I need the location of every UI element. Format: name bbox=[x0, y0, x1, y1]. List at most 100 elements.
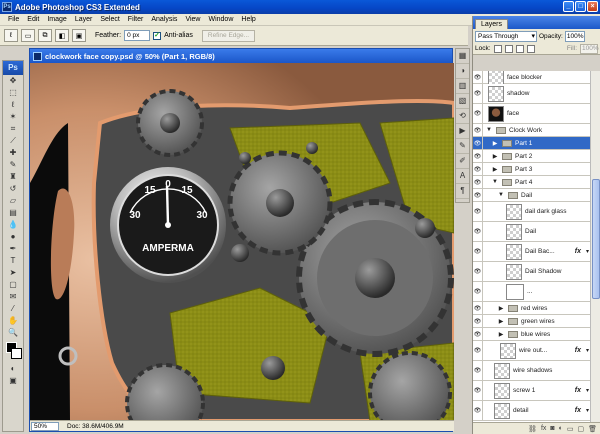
actions-icon[interactable]: ▶ bbox=[456, 124, 469, 139]
menu-edit[interactable]: Edit bbox=[23, 16, 43, 23]
navigator-icon[interactable]: ▦ bbox=[456, 49, 469, 64]
new-group-icon[interactable]: ▭ bbox=[567, 425, 574, 433]
layer-row[interactable]: 👁... bbox=[473, 282, 591, 302]
visibility-eye-icon[interactable]: 👁 bbox=[473, 381, 483, 400]
new-layer-icon[interactable]: ▢ bbox=[577, 425, 584, 433]
expand-triangle-closed-icon[interactable]: ▶ bbox=[497, 318, 505, 325]
paragraph-icon[interactable]: ¶ bbox=[456, 184, 469, 199]
blur-tool-icon[interactable]: 💧 bbox=[3, 219, 23, 231]
expand-triangle-closed-icon[interactable]: ▶ bbox=[491, 140, 499, 147]
slice-tool-icon[interactable]: ⟋ bbox=[3, 135, 23, 147]
brush-tool-icon[interactable]: ✎ bbox=[3, 159, 23, 171]
color-icon[interactable]: ◑ bbox=[456, 64, 469, 79]
visibility-eye-icon[interactable]: 👁 bbox=[473, 84, 483, 103]
layer-row[interactable]: 👁 ▶ Part 1 bbox=[473, 137, 591, 150]
magic-wand-icon[interactable]: ✶ bbox=[3, 111, 23, 123]
quick-mask-icon[interactable]: ◐ bbox=[3, 363, 23, 375]
visibility-eye-icon[interactable]: 👁 bbox=[473, 202, 483, 221]
character-icon[interactable]: A bbox=[456, 169, 469, 184]
layer-row[interactable]: 👁 wire shadows bbox=[473, 361, 591, 381]
clone-stamp-icon[interactable]: ♜ bbox=[3, 171, 23, 183]
gradient-tool-icon[interactable]: ▤ bbox=[3, 207, 23, 219]
layer-row[interactable]: 👁 ▶ red wires bbox=[473, 302, 591, 315]
image-canvas[interactable]: AMPERMA 30 15 0 15 30 bbox=[30, 63, 454, 421]
visibility-eye-icon[interactable]: 👁 bbox=[473, 137, 483, 149]
delete-layer-icon[interactable]: 🗑 bbox=[588, 425, 597, 433]
refine-edge-button[interactable]: Refine Edge... bbox=[201, 29, 256, 42]
layer-row[interactable]: 👁 wire out... fx ▾ bbox=[473, 341, 591, 361]
visibility-eye-icon[interactable]: 👁 bbox=[473, 222, 483, 241]
lock-pixels-icon[interactable] bbox=[504, 44, 513, 53]
dodge-tool-icon[interactable]: ● bbox=[3, 231, 23, 243]
layer-row[interactable]: 👁 detail fx ▾ bbox=[473, 401, 591, 421]
visibility-eye-icon[interactable]: 👁 bbox=[473, 341, 483, 360]
subtract-selection-icon[interactable]: ◧ bbox=[55, 29, 69, 42]
eraser-tool-icon[interactable]: ▱ bbox=[3, 195, 23, 207]
layer-style-icon[interactable]: fx bbox=[541, 425, 546, 432]
lock-transparency-icon[interactable] bbox=[493, 44, 502, 53]
color-swatches-icon[interactable] bbox=[3, 339, 23, 363]
add-selection-icon[interactable]: ⧉ bbox=[38, 29, 52, 42]
layer-row[interactable]: 👁 ▶ Part 2 bbox=[473, 150, 591, 163]
lasso-tool-preset-icon[interactable]: ℓ bbox=[4, 29, 18, 42]
shape-tool-icon[interactable]: ▢ bbox=[3, 279, 23, 291]
visibility-eye-icon[interactable]: 👁 bbox=[473, 361, 483, 380]
visibility-eye-icon[interactable]: 👁 bbox=[473, 242, 483, 261]
layer-row[interactable]: 👁 screw 1 fx ▾ bbox=[473, 381, 591, 401]
intersect-selection-icon[interactable]: ▣ bbox=[72, 29, 86, 42]
brushes-icon[interactable]: ✐ bbox=[456, 154, 469, 169]
visibility-eye-icon[interactable]: 👁 bbox=[473, 163, 483, 175]
new-selection-icon[interactable]: ▭ bbox=[21, 29, 35, 42]
document-title-bar[interactable]: clockwork face copy.psd @ 50% (Part 1, R… bbox=[30, 49, 452, 63]
menu-image[interactable]: Image bbox=[43, 16, 70, 23]
menu-file[interactable]: File bbox=[4, 16, 23, 23]
visibility-eye-icon[interactable]: 👁 bbox=[473, 315, 483, 327]
hand-tool-icon[interactable]: ✋ bbox=[3, 315, 23, 327]
expand-triangle-closed-icon[interactable]: ▶ bbox=[491, 166, 499, 173]
maximize-button[interactable]: □ bbox=[575, 1, 586, 12]
healing-brush-icon[interactable]: ✚ bbox=[3, 147, 23, 159]
effects-toggle-icon[interactable]: ▾ bbox=[586, 387, 589, 394]
layer-row[interactable]: 👁 ▼ Part 4 bbox=[473, 176, 591, 189]
menu-analysis[interactable]: Analysis bbox=[147, 16, 181, 23]
type-tool-icon[interactable]: T bbox=[3, 255, 23, 267]
visibility-eye-icon[interactable]: 👁 bbox=[473, 189, 483, 201]
expand-triangle-open-icon[interactable]: ▼ bbox=[485, 127, 493, 133]
screen-mode-icon[interactable]: ▣ bbox=[3, 375, 23, 387]
antialias-checkbox[interactable]: ✓ bbox=[153, 31, 162, 40]
visibility-eye-icon[interactable]: 👁 bbox=[473, 176, 483, 188]
layer-effects-icon[interactable]: fx bbox=[575, 347, 581, 354]
tab-layers[interactable]: Layers bbox=[475, 19, 509, 29]
visibility-eye-icon[interactable]: 👁 bbox=[473, 124, 483, 136]
styles-icon[interactable]: ▧ bbox=[456, 94, 469, 109]
visibility-eye-icon[interactable]: 👁 bbox=[473, 104, 483, 123]
layer-row[interactable]: 👁 Dail bbox=[473, 222, 591, 242]
add-mask-icon[interactable]: ◙ bbox=[550, 425, 554, 432]
crop-tool-icon[interactable]: ⌗ bbox=[3, 123, 23, 135]
document-size-info[interactable]: Doc: 38.6M/406.9M bbox=[67, 423, 124, 430]
visibility-eye-icon[interactable]: 👁 bbox=[473, 262, 483, 281]
fill-input[interactable]: 100% bbox=[580, 43, 599, 54]
layer-row[interactable]: 👁 ▶ Part 3 bbox=[473, 163, 591, 176]
layer-row[interactable]: 👁 ▼ Clock Work bbox=[473, 124, 591, 137]
layer-row[interactable]: 👁 ▼ Dail bbox=[473, 189, 591, 202]
pen-tool-icon[interactable]: ✒ bbox=[3, 243, 23, 255]
history-brush-icon[interactable]: ↺ bbox=[3, 183, 23, 195]
adjustment-layer-icon[interactable]: ◐ bbox=[559, 425, 563, 432]
eyedropper-icon[interactable]: ⁄ bbox=[3, 303, 23, 315]
menu-view[interactable]: View bbox=[181, 16, 204, 23]
expand-triangle-closed-icon[interactable]: ▶ bbox=[497, 305, 505, 312]
scroll-thumb[interactable] bbox=[592, 179, 600, 299]
close-button[interactable]: × bbox=[587, 1, 598, 12]
menu-window[interactable]: Window bbox=[204, 16, 237, 23]
effects-toggle-icon[interactable]: ▾ bbox=[586, 347, 589, 354]
layer-row[interactable]: 👁 ▶ green wires bbox=[473, 315, 591, 328]
lock-all-icon[interactable] bbox=[526, 44, 535, 53]
visibility-eye-icon[interactable]: 👁 bbox=[473, 150, 483, 162]
layer-row[interactable]: 👁 face blocker bbox=[473, 71, 591, 85]
effects-toggle-icon[interactable]: ▾ bbox=[586, 407, 589, 414]
opacity-input[interactable]: 100% bbox=[564, 30, 585, 42]
path-selection-icon[interactable]: ➤ bbox=[3, 267, 23, 279]
visibility-eye-icon[interactable]: 👁 bbox=[473, 282, 483, 301]
minimize-button[interactable]: _ bbox=[563, 1, 574, 12]
